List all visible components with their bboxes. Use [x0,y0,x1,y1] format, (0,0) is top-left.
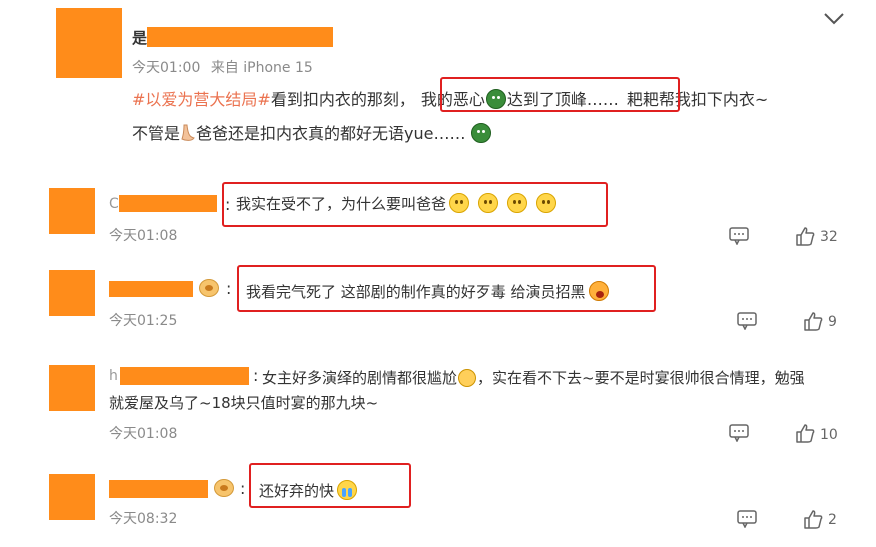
comment-icon[interactable] [729,227,749,245]
reply-3-name-char: h [109,368,118,384]
post-source: 来自 iPhone 15 [210,60,313,76]
comment-icon[interactable] [729,424,749,442]
nauseated-emoji-icon-2 [471,123,492,143]
username-first-char: 是 [132,29,148,47]
reply-1-time: 今天01:08 [109,228,178,244]
user-badge-icon [214,479,234,497]
post-text-line2: 不管是 爸爸还是扣内衣真的都好无语yue…… [132,120,492,144]
highlight-box-post [440,77,680,112]
reply-2-likes: 9 [828,314,837,330]
avatar-reply-3[interactable] [49,365,95,411]
foot-emoji-icon [180,124,196,142]
thumbs-up-icon[interactable] [795,226,815,246]
reply-2-colon: : [226,279,232,298]
reply-4-colon: : [240,479,246,498]
reply-3-colon: : [253,366,259,385]
highlight-box-reply-1 [222,182,608,227]
reply-3-text-b: ，实在看不下去~要不是时宴很帅很合情理，勉强 [477,369,805,387]
reply-2-time: 今天01:25 [109,313,178,329]
username-mask [147,27,333,47]
reply-1-name-mask [119,195,217,212]
highlight-box-reply-4 [249,463,411,508]
avatar-main[interactable] [56,8,122,78]
reply-3-likes: 10 [820,427,838,443]
reply-3-text-line2: 就爱屋及乌了~18块只值时宴的那九块~ [109,394,379,412]
avatar-reply-2[interactable] [49,270,95,316]
user-badge-icon [199,279,219,297]
post-meta: 今天01:00 来自 iPhone 15 [132,57,313,77]
avatar-reply-1[interactable] [49,188,95,234]
reply-3-name-mask [120,367,249,385]
hashtag-link[interactable]: #以爱为营大结局# [132,90,271,109]
reply-4-time: 今天08:32 [109,511,178,527]
comment-icon[interactable] [737,510,757,528]
post-line2-a: 不管是 [132,124,181,143]
post-time: 今天01:00 [132,60,201,76]
reply-3-text-content: 女主好多演绎的剧情都很尴尬 [262,369,458,387]
reply-1-name-char: C [109,196,119,212]
post-text-a: 看到扣内衣的那刻， [270,90,415,109]
reply-3-time: 今天01:08 [109,426,178,442]
thumbs-up-icon[interactable] [803,509,823,529]
comment-icon[interactable] [737,312,757,330]
reply-4-likes: 2 [828,512,837,528]
thumbs-up-icon[interactable] [803,311,823,331]
reply-4-name-mask [109,480,208,498]
reply-3-text: 女主好多演绎的剧情都很尴尬 ，实在看不下去~要不是时宴很帅很合情理，勉强 [262,367,805,388]
highlight-box-reply-2 [237,265,656,312]
post-line2-b: 爸爸还是扣内衣真的都好无语yue…… [196,124,466,143]
reply-2-name-mask [109,281,193,297]
sad-emoji-icon [458,369,477,387]
reply-1-likes: 32 [820,229,838,245]
chevron-down-icon[interactable] [823,12,845,26]
avatar-reply-4[interactable] [49,474,95,520]
thumbs-up-icon[interactable] [795,423,815,443]
